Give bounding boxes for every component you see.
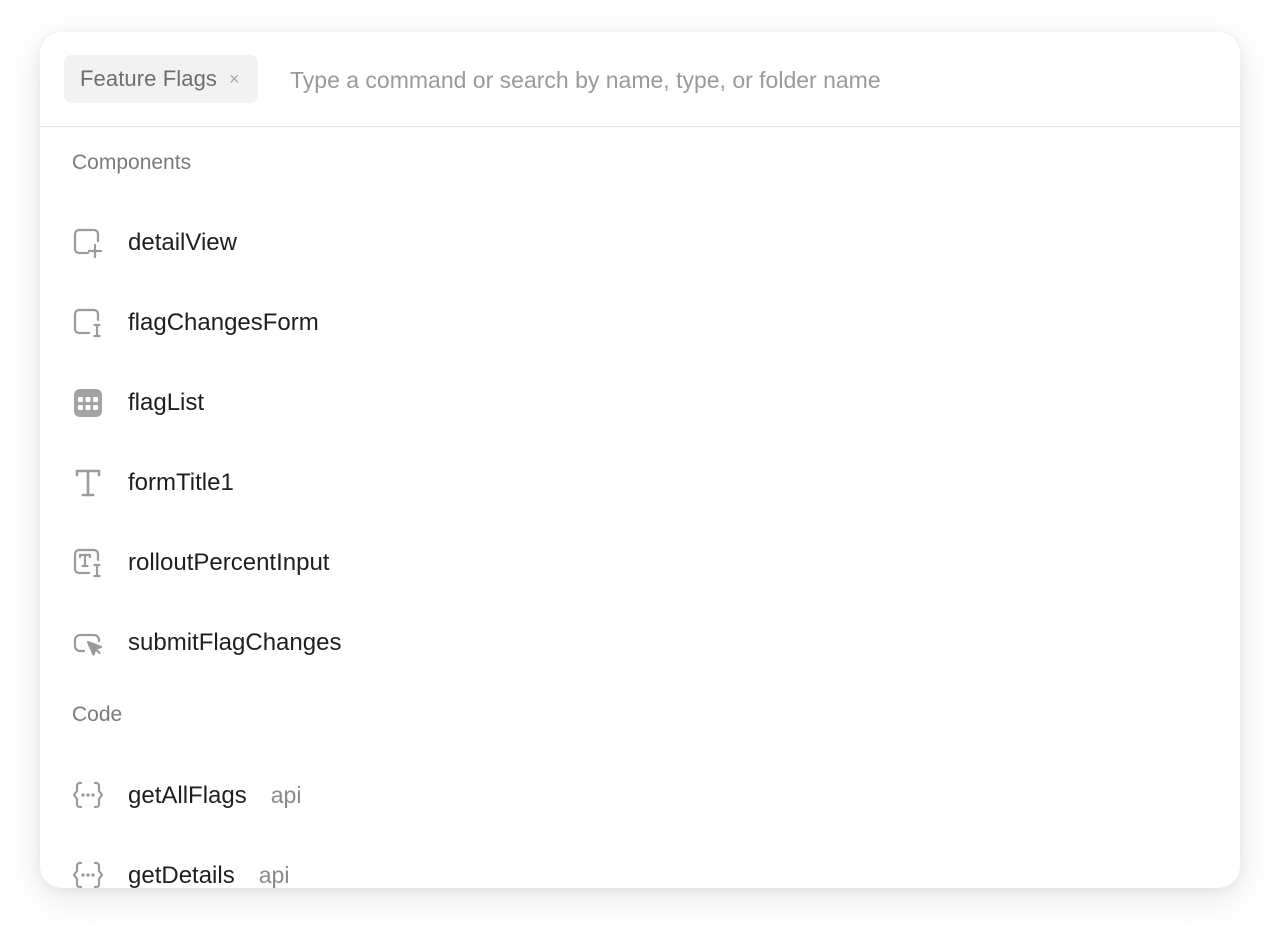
list-item[interactable]: formTitle1 (40, 443, 1240, 523)
result-label: flagChangesForm (128, 309, 319, 336)
result-label: getDetails api (128, 859, 289, 888)
result-label: flagList (128, 389, 205, 416)
button-cursor-icon (72, 627, 104, 659)
list-item[interactable]: detailView (40, 203, 1240, 283)
result-label: submitFlagChanges (128, 629, 342, 656)
result-label: rolloutPercentInput (128, 549, 330, 576)
command-palette: Feature Flags × Components detailView (40, 32, 1240, 888)
scope-chip-label: Feature Flags (80, 66, 218, 91)
search-input[interactable] (290, 60, 1190, 100)
result-meta: api (270, 782, 302, 808)
result-label: detailView (128, 229, 237, 256)
list-item[interactable]: getAllFlags api (40, 755, 1240, 835)
list-item[interactable]: flagChangesForm (40, 283, 1240, 363)
result-meta: api (258, 862, 290, 888)
section-header-code: Code (72, 703, 123, 726)
query-braces-icon (72, 779, 104, 811)
query-braces-icon (72, 859, 104, 888)
list-item[interactable]: submitFlagChanges (40, 603, 1240, 683)
table-icon (72, 387, 104, 419)
list-item[interactable]: getDetails api (40, 835, 1240, 888)
text-input-icon (72, 547, 104, 579)
container-add-icon (72, 227, 104, 259)
search-bar: Feature Flags × (40, 32, 1240, 127)
result-label: getAllFlags api (128, 779, 301, 812)
text-icon (72, 467, 104, 499)
form-icon (72, 307, 104, 339)
result-label: formTitle1 (128, 469, 234, 496)
result-name: getDetails (128, 862, 235, 888)
result-name: getAllFlags (128, 782, 247, 809)
close-icon[interactable]: × (229, 70, 240, 88)
section-header-components: Components (72, 151, 192, 174)
scope-chip[interactable]: Feature Flags × (64, 55, 258, 103)
list-item[interactable]: rolloutPercentInput (40, 523, 1240, 603)
list-item[interactable]: flagList (40, 363, 1240, 443)
